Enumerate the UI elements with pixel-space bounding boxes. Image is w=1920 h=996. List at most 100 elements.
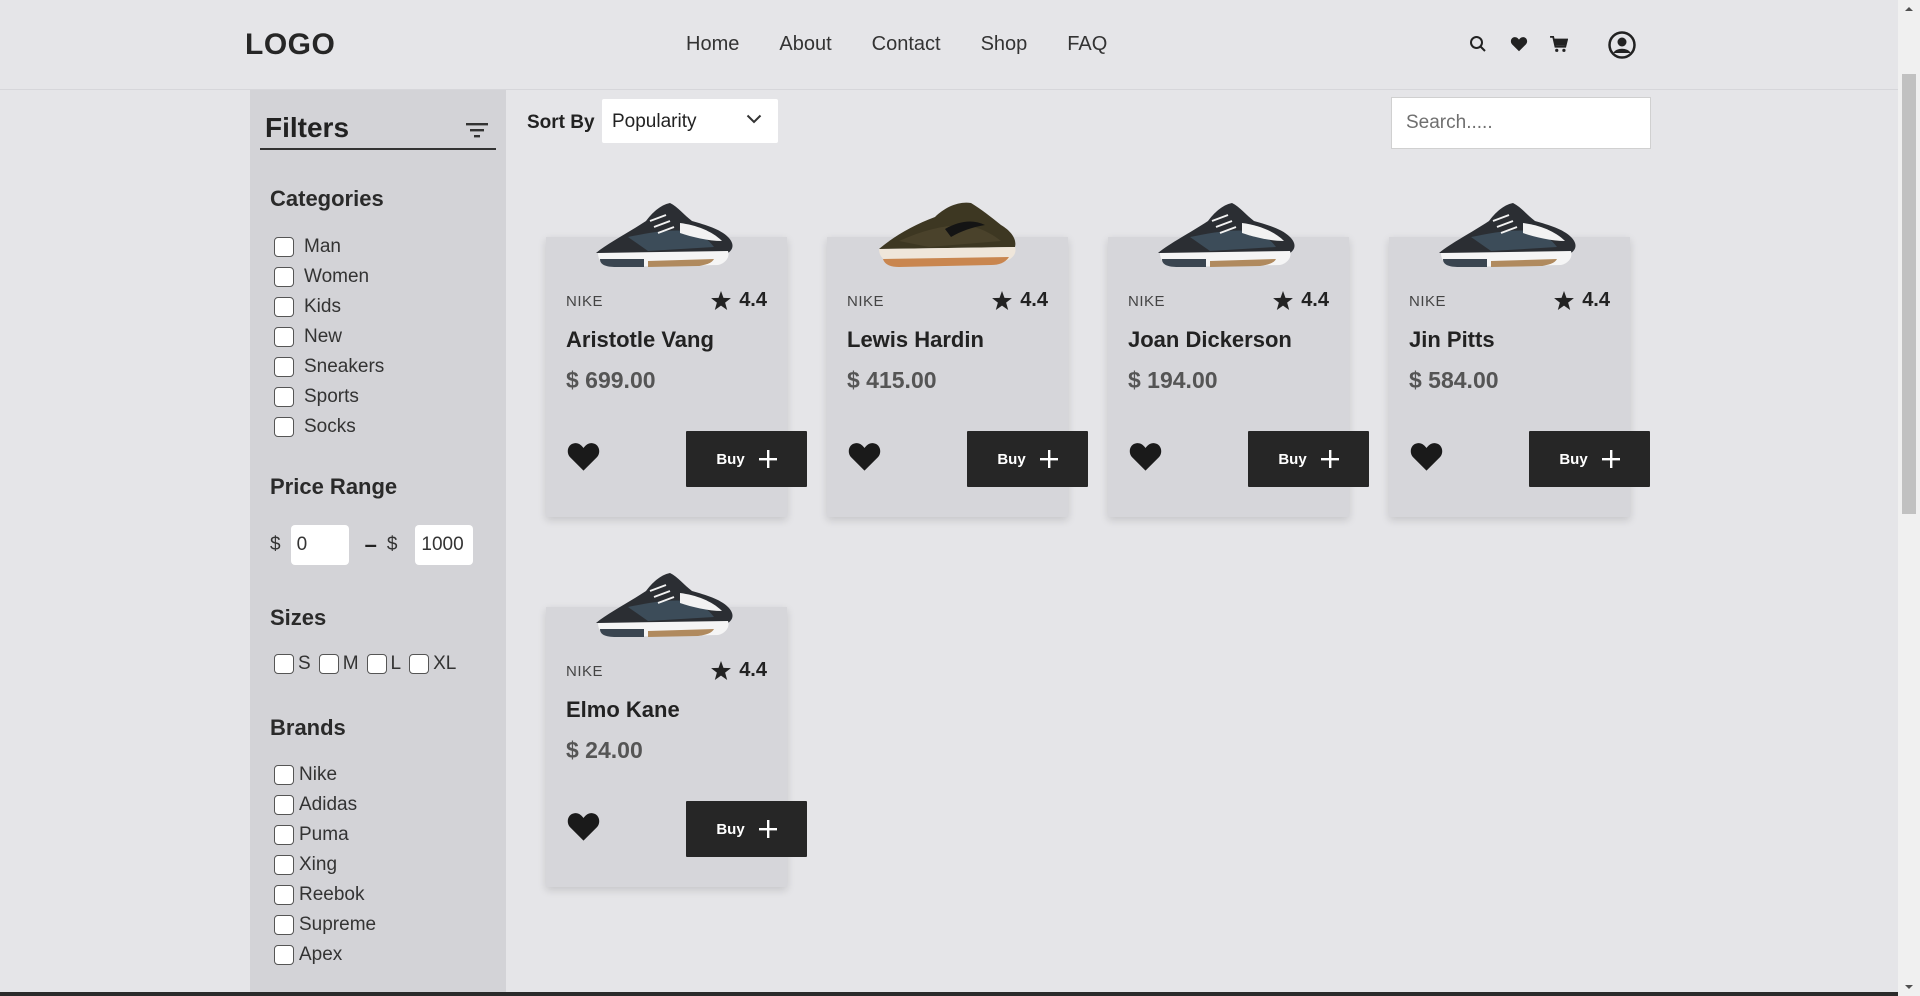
nav-faq[interactable]: FAQ [1067, 33, 1107, 56]
checkbox[interactable] [274, 357, 294, 377]
size-l[interactable]: L [366, 653, 401, 675]
nav-home[interactable]: Home [686, 33, 739, 56]
heart-icon[interactable] [1409, 441, 1444, 477]
product-name[interactable]: Jin Pitts [1409, 327, 1495, 353]
brands-list: Nike Adidas Puma Xing Reebok Supreme Ape… [274, 760, 376, 970]
heart-icon[interactable] [566, 441, 601, 477]
category-women[interactable]: Women [274, 262, 384, 292]
sizes-list: S M L XL [274, 653, 464, 675]
scrollbar-thumb[interactable] [1902, 74, 1916, 514]
heart-icon[interactable] [847, 441, 882, 477]
heart-icon[interactable] [1128, 441, 1163, 477]
product-price: $ 194.00 [1128, 367, 1218, 393]
product-brand: NIKE [1409, 293, 1447, 310]
checkbox[interactable] [274, 945, 294, 965]
brand-xing[interactable]: Xing [274, 850, 376, 880]
product-price: $ 584.00 [1409, 367, 1499, 393]
brand-supreme[interactable]: Supreme [274, 910, 376, 940]
product-name[interactable]: Elmo Kane [566, 697, 680, 723]
size-xl[interactable]: XL [409, 653, 456, 675]
size-m[interactable]: M [318, 653, 359, 675]
checkbox[interactable] [318, 654, 339, 674]
buy-label: Buy [1559, 450, 1588, 468]
brand-nike[interactable]: Nike [274, 760, 376, 790]
nav-contact[interactable]: Contact [872, 33, 941, 56]
product-card[interactable]: NIKE 4.4 Aristotle Vang $ 699.00 Buy [546, 203, 807, 517]
price-min-input[interactable] [290, 525, 349, 565]
brand-reebok[interactable]: Reebok [274, 880, 376, 910]
product-card[interactable]: NIKE 4.4 Joan Dickerson $ 194.00 Buy [1108, 203, 1369, 517]
checkbox[interactable] [409, 654, 430, 674]
checkbox[interactable] [274, 855, 294, 875]
scroll-down-arrow-icon[interactable] [1904, 982, 1914, 992]
product-card[interactable]: NIKE 4.4 Elmo Kane $ 24.00 Buy [546, 573, 807, 887]
category-sneakers[interactable]: Sneakers [274, 352, 384, 382]
product-rating: 4.4 [1554, 289, 1610, 312]
checkbox[interactable] [274, 915, 294, 935]
product-name[interactable]: Joan Dickerson [1128, 327, 1292, 353]
scroll-up-arrow-icon[interactable] [1904, 4, 1914, 14]
filters-title: Filters [265, 112, 350, 143]
category-sports[interactable]: Sports [274, 382, 384, 412]
buy-button[interactable]: Buy [1248, 431, 1369, 487]
search-icon[interactable] [1469, 35, 1487, 53]
brands-title: Brands [270, 715, 346, 740]
checkbox[interactable] [274, 237, 294, 257]
checkbox[interactable] [274, 267, 294, 287]
star-icon [992, 291, 1013, 310]
heart-icon[interactable] [1510, 36, 1528, 52]
filter-icon[interactable] [466, 122, 488, 143]
logo[interactable]: LOGO [245, 28, 335, 62]
search-box[interactable] [1391, 97, 1651, 149]
buy-button[interactable]: Buy [967, 431, 1088, 487]
sort-select[interactable]: Popularity [602, 99, 778, 143]
product-card[interactable]: NIKE 4.4 Lewis Hardin $ 415.00 Buy [827, 202, 1088, 517]
page-scrollbar[interactable] [1898, 0, 1920, 996]
user-icon[interactable] [1608, 31, 1636, 59]
category-socks[interactable]: Socks [274, 412, 384, 442]
brand-apex[interactable]: Apex [274, 940, 376, 970]
checkbox[interactable] [274, 885, 294, 905]
plus-icon [1039, 450, 1058, 468]
range-dash: – [364, 532, 377, 557]
size-s[interactable]: S [274, 653, 311, 675]
checkbox[interactable] [274, 417, 294, 437]
product-brand: NIKE [566, 663, 604, 680]
product-card[interactable]: NIKE 4.4 Jin Pitts $ 584.00 Buy [1389, 203, 1650, 517]
rating-value: 4.4 [739, 289, 767, 311]
rating-value: 4.4 [739, 659, 767, 681]
buy-button[interactable]: Buy [686, 801, 807, 857]
buy-button[interactable]: Buy [1529, 431, 1650, 487]
checkbox[interactable] [274, 297, 294, 317]
buy-label: Buy [997, 450, 1026, 468]
brand-adidas[interactable]: Adidas [274, 790, 376, 820]
checkbox[interactable] [366, 654, 387, 674]
currency-symbol: $ [386, 534, 398, 555]
product-brand: NIKE [1128, 293, 1166, 310]
sort-value: Popularity [612, 111, 697, 132]
checkbox[interactable] [274, 327, 294, 347]
checkbox[interactable] [274, 765, 294, 785]
heart-icon[interactable] [566, 811, 601, 847]
cart-icon[interactable] [1550, 36, 1568, 53]
sort-by-label: Sort By [527, 112, 595, 133]
checkbox[interactable] [274, 387, 294, 407]
checkbox[interactable] [274, 825, 294, 845]
search-input[interactable] [1392, 98, 1650, 148]
checkbox[interactable] [274, 654, 294, 674]
nav-shop[interactable]: Shop [981, 33, 1028, 56]
price-max-input[interactable] [415, 525, 474, 565]
product-name[interactable]: Aristotle Vang [566, 327, 714, 353]
category-new[interactable]: New [274, 322, 384, 352]
category-kids[interactable]: Kids [274, 292, 384, 322]
category-man[interactable]: Man [274, 232, 384, 262]
checkbox[interactable] [274, 795, 294, 815]
categories-title: Categories [270, 186, 384, 211]
brand-puma[interactable]: Puma [274, 820, 376, 850]
rating-value: 4.4 [1301, 289, 1329, 311]
product-name[interactable]: Lewis Hardin [847, 327, 984, 353]
plus-icon [758, 820, 777, 838]
nav-about[interactable]: About [779, 33, 831, 56]
buy-button[interactable]: Buy [686, 431, 807, 487]
buy-label: Buy [716, 450, 745, 468]
